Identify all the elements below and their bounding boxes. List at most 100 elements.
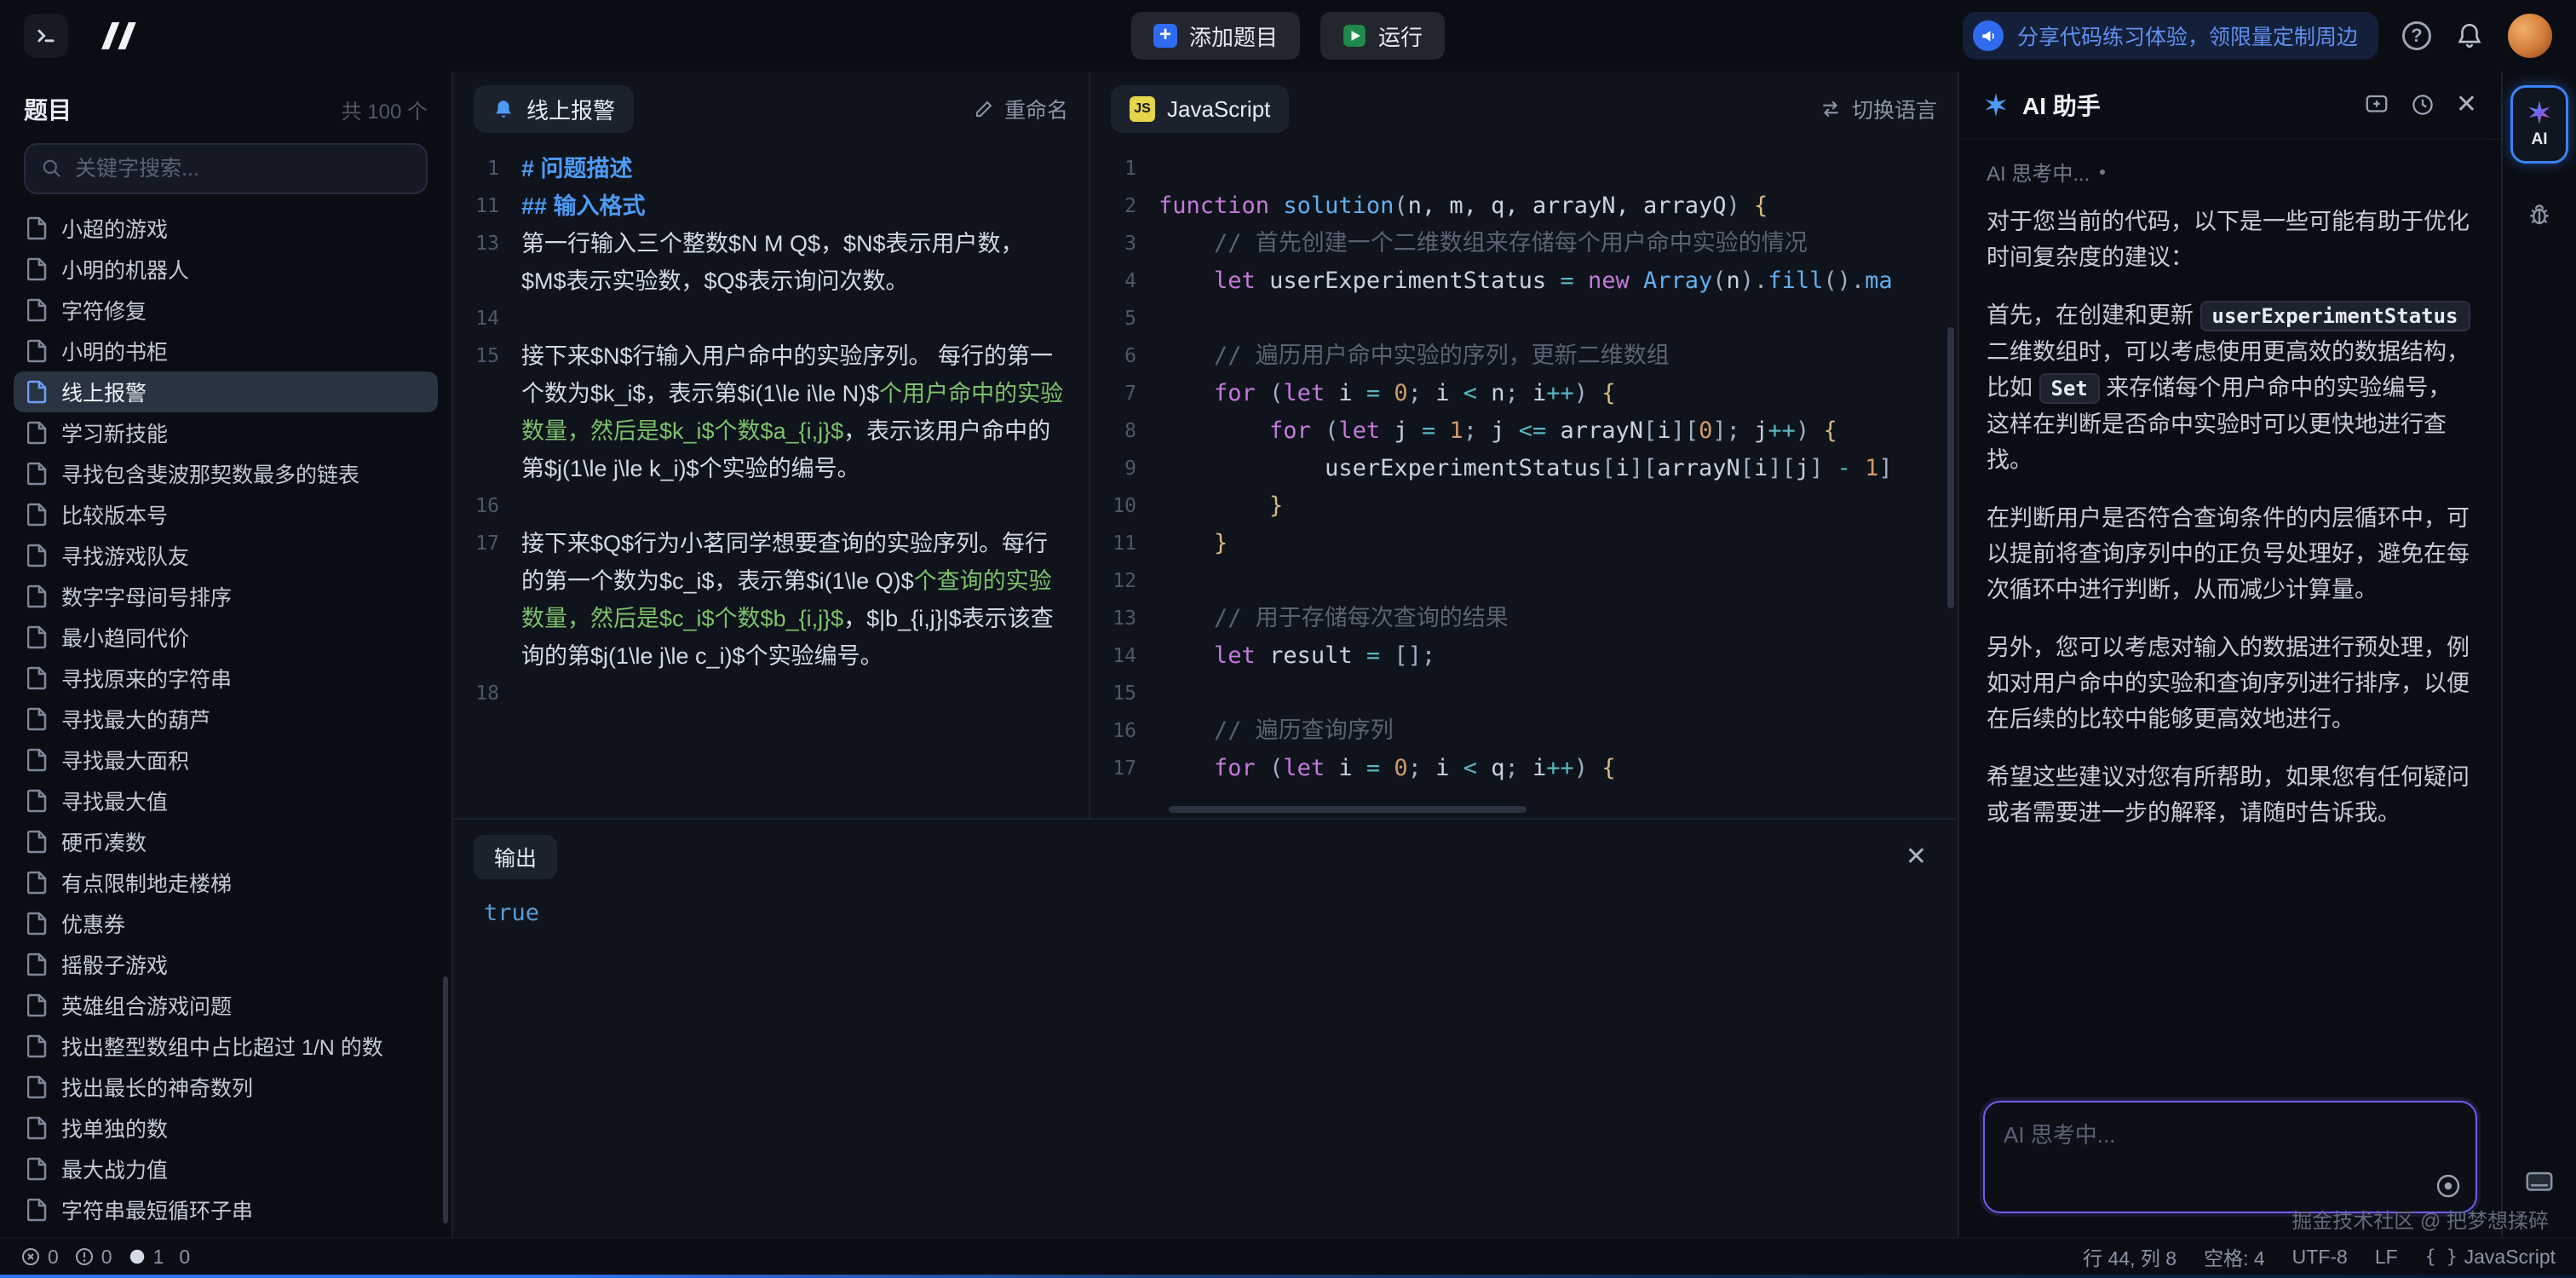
document-icon — [27, 380, 48, 404]
text-segment — [1159, 605, 1214, 631]
sidebar-item[interactable]: 找出最长的神奇数列 — [14, 1067, 438, 1108]
hints-indicator[interactable]: 0 — [179, 1246, 190, 1269]
run-button[interactable]: 运行 — [1320, 12, 1445, 60]
line-number: 6 — [1090, 337, 1159, 375]
pencil-icon — [974, 99, 994, 119]
sidebar-item[interactable]: 寻找最大值 — [14, 780, 438, 821]
sidebar-item[interactable]: 有点限制地走楼梯 — [14, 862, 438, 903]
sidebar-item[interactable]: 寻找游戏队友 — [14, 535, 438, 576]
debug-bug-icon[interactable] — [2526, 201, 2553, 228]
text-segment: = — [1546, 268, 1588, 294]
sidebar-item[interactable]: 寻找包含斐波那契数最多的链表 — [14, 453, 438, 494]
sidebar-item[interactable]: 寻找最大的葫芦 — [14, 699, 438, 740]
sidebar-item[interactable]: 线上报警 — [14, 371, 438, 412]
language-tab[interactable]: JS JavaScript — [1111, 85, 1289, 133]
eol-setting[interactable]: LF — [2375, 1246, 2398, 1269]
inline-code-chip: Set — [2039, 373, 2100, 404]
document-icon — [27, 1116, 48, 1140]
sidebar-item[interactable]: 学习新技能 — [14, 412, 438, 453]
code-horizontal-scrollbar[interactable] — [1169, 806, 1527, 813]
language-mode[interactable]: { } JavaScript — [2425, 1246, 2556, 1269]
code-vertical-scrollbar[interactable] — [1947, 327, 1954, 608]
app-menu-button[interactable] — [24, 14, 68, 58]
search-box[interactable] — [24, 143, 428, 194]
sidebar-item[interactable]: 字符串最短循环子串 — [14, 1189, 438, 1230]
cursor-position[interactable]: 行 44, 列 8 — [2083, 1242, 2176, 1271]
rename-button[interactable]: 重命名 — [974, 94, 1068, 124]
ai-close-icon[interactable]: ✕ — [2456, 92, 2477, 118]
sidebar-item-label: 字符修复 — [61, 295, 147, 325]
text-segment: ; — [1463, 417, 1492, 444]
sidebar-item[interactable]: 摇骰子游戏 — [14, 944, 438, 985]
code-line: 13 // 用于存储每次查询的结果 — [1090, 600, 1958, 637]
search-input[interactable] — [75, 157, 411, 181]
line-number: 8 — [1090, 412, 1159, 450]
document-icon — [27, 216, 48, 240]
text-segment: // 遍历查询序列 — [1214, 717, 1394, 744]
code-line: 11 } — [1090, 525, 1958, 562]
code-line: 3 // 首先创建一个二维数组来存储每个用户命中实验的情况 — [1090, 225, 1958, 262]
code-line-text: // 遍历查询序列 — [1159, 712, 1958, 750]
keyboard-panel-icon[interactable] — [2524, 1166, 2555, 1196]
indent-setting[interactable]: 空格: 4 — [2204, 1242, 2265, 1271]
text-segment: i — [1754, 455, 1768, 481]
text-segment: i — [1532, 380, 1546, 406]
brand-logo — [95, 20, 147, 51]
code-line-text — [1159, 150, 1958, 187]
output-tab[interactable]: 输出 — [474, 835, 557, 879]
language-mode-label: JavaScript — [2464, 1246, 2556, 1269]
sidebar-item[interactable]: 小超的游戏 — [14, 208, 438, 249]
warnings-indicator[interactable]: 0 — [74, 1246, 112, 1269]
text-segment: (). — [1823, 268, 1865, 294]
sidebar-item[interactable]: 小明的机器人 — [14, 249, 438, 290]
sidebar-item[interactable]: 英雄组合游戏问题 — [14, 985, 438, 1026]
sidebar-item[interactable]: 找出整型数组中占比超过 1/N 的数 — [14, 1026, 438, 1067]
sidebar-item[interactable]: 寻找最大面积 — [14, 740, 438, 780]
ai-input[interactable] — [1985, 1102, 2475, 1212]
sidebar-item[interactable]: 寻找原来的字符串 — [14, 658, 438, 699]
problem-line-text: 接下来$N$行输入用户命中的实验序列。 每行的第一个数为$k_i$，表示第$i(… — [521, 337, 1089, 487]
sidebar-item[interactable]: 最小趋同代价 — [14, 617, 438, 658]
errors-indicator[interactable]: 0 — [20, 1246, 59, 1269]
sidebar-item[interactable]: 字符修复 — [14, 290, 438, 331]
promo-banner[interactable]: 分享代码练习体验，领限量定制周边 — [1963, 12, 2378, 60]
sidebar-item[interactable]: 小明的书柜 — [14, 331, 438, 371]
bell-icon[interactable] — [2455, 21, 2484, 50]
problem-line-text: # 问题描述 — [521, 150, 1089, 187]
ai-paragraph: 首先，在创建和更新 userExperimentStatus 二维数组时，可以考… — [1987, 297, 2474, 478]
code-line: 17 for (let i = 0; i < q; i++) { — [1090, 750, 1958, 787]
text-segment: # 问题描述 — [521, 156, 633, 181]
text-segment: q — [1491, 755, 1504, 781]
sidebar-item[interactable]: 比较版本号 — [14, 494, 438, 535]
sidebar-item[interactable]: 最大战力值 — [14, 1148, 438, 1189]
code-line-text: for (let i = 0; i < q; i++) { — [1159, 750, 1958, 787]
document-icon — [27, 1075, 48, 1099]
sidebar-item-label: 寻找最大值 — [61, 786, 168, 816]
sidebar-item[interactable]: 数字字母间号排序 — [14, 576, 438, 617]
output-close-icon[interactable]: ✕ — [1906, 844, 1927, 870]
user-avatar[interactable] — [2508, 14, 2552, 58]
history-icon[interactable] — [2410, 92, 2435, 118]
encoding-setting[interactable]: UTF-8 — [2292, 1246, 2348, 1269]
sidebar-scrollbar[interactable] — [443, 976, 448, 1223]
text-segment — [1159, 530, 1214, 556]
filled-dot-icon — [128, 1247, 147, 1266]
line-number: 7 — [1090, 375, 1159, 412]
problem-tab[interactable]: 线上报警 — [474, 85, 634, 133]
sidebar-item[interactable]: 硬币凑数 — [14, 821, 438, 862]
text-segment: i — [1532, 755, 1546, 781]
stop-generating-icon[interactable] — [2435, 1172, 2462, 1200]
notifications-indicator[interactable]: 1 — [128, 1246, 164, 1269]
ai-status-row[interactable]: AI 思考中... — [1959, 140, 2501, 190]
add-problem-button[interactable]: + 添加题目 — [1131, 12, 1300, 60]
sidebar-item[interactable]: 优惠券 — [14, 903, 438, 944]
document-icon — [27, 503, 48, 527]
text-segment: - — [1823, 455, 1865, 481]
switch-language-button[interactable]: 切换语言 — [1820, 94, 1937, 124]
text-segment: ). — [1740, 268, 1768, 294]
ai-launcher-button[interactable]: AI — [2510, 85, 2568, 164]
help-icon[interactable]: ? — [2402, 21, 2431, 50]
text-segment: fill — [1768, 268, 1823, 294]
sidebar-item[interactable]: 找单独的数 — [14, 1108, 438, 1148]
new-chat-icon[interactable] — [2364, 92, 2389, 118]
